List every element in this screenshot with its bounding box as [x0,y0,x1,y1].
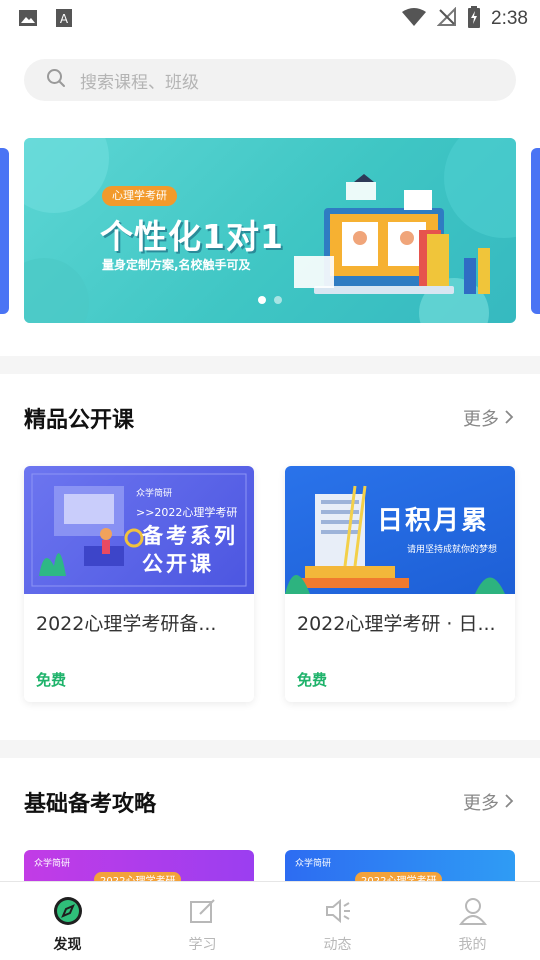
wifi-icon [401,7,427,31]
section-divider [0,356,540,374]
edit-icon [188,896,218,930]
nav-label: 发现 [53,937,82,953]
course-price: 免费 [36,671,67,689]
compass-icon [53,896,83,930]
svg-text:A: A [60,12,69,26]
thumb-heading-2: 公开课 [142,552,214,576]
image-icon [18,8,38,32]
battery-charging-icon [467,6,481,32]
nav-label: 动态 [323,937,352,953]
featured-more-link[interactable]: 更多 [463,405,514,431]
banner-prev-peek[interactable] [0,148,9,314]
course-title: 2022心理学考研 · 日... [297,613,496,635]
carousel-dot-active [258,296,266,304]
course-title: 2022心理学考研备... [36,613,217,635]
banner-next-peek[interactable] [531,148,540,314]
thumb-heading: 日积月累 [377,506,490,536]
bottom-nav: 发现 学习 动态 我的 [0,881,540,960]
basic-more-link[interactable]: 更多 [463,789,514,815]
thumb-subline: 请用坚持成就你的梦想 [407,545,498,555]
thumb-logo: 众学简研 [34,859,71,869]
search-placeholder: 搜索课程、班级 [80,72,199,93]
no-signal-icon [436,6,457,31]
nav-tab-feed[interactable]: 动态 [270,882,405,960]
status-bar: A 2:38 [0,0,540,36]
user-icon [458,896,488,930]
nav-tab-mine[interactable]: 我的 [405,882,540,960]
chevron-right-icon [505,792,514,813]
app-screen: A 2:38 搜索课程、班级 心理学考研 个性化1对1 量身定制方案,名校触手可… [0,0,540,960]
nav-label: 我的 [458,937,487,953]
nav-label: 学习 [188,937,217,953]
course-thumbnail: 众学简研 >>2022心理学考研 备考系列 公开课 [24,466,254,594]
section-divider [0,740,540,758]
nav-tab-discover[interactable]: 发现 [0,882,135,960]
banner-subtitle: 量身定制方案,名校触手可及 [102,258,251,272]
thumb-heading: 备考系列 [142,524,238,548]
course-price: 免费 [297,671,328,689]
search-icon [46,68,66,92]
promo-banner[interactable]: 心理学考研 个性化1对1 量身定制方案,名校触手可及 [24,138,516,323]
carousel-indicator [24,296,516,304]
thumb-logo: 众学简研 [295,859,332,869]
section-title-featured: 精品公开课 [24,408,135,433]
status-time: 2:38 [491,8,528,29]
section-title-basic: 基础备考攻略 [24,792,157,817]
banner-title: 个性化1对1 [100,217,284,256]
banner-tag: 心理学考研 [102,186,177,206]
course-thumbnail: 日积月累 请用坚持成就你的梦想 [285,466,515,594]
search-bar[interactable]: 搜索课程、班级 [24,59,516,101]
thumb-line: >>2022心理学考研 [136,506,238,519]
more-label: 更多 [463,793,499,814]
more-label: 更多 [463,409,499,430]
nav-tab-study[interactable]: 学习 [135,882,270,960]
font-icon: A [54,8,74,32]
chevron-right-icon [505,408,514,429]
course-card[interactable]: 众学简研 >>2022心理学考研 备考系列 公开课 2022心理学考研备... … [24,466,254,702]
thumb-logo: 众学简研 [136,489,173,499]
course-card[interactable]: 日积月累 请用坚持成就你的梦想 2022心理学考研 · 日... 免费 [285,466,515,702]
speaker-icon [323,896,353,930]
carousel-dot [274,296,282,304]
